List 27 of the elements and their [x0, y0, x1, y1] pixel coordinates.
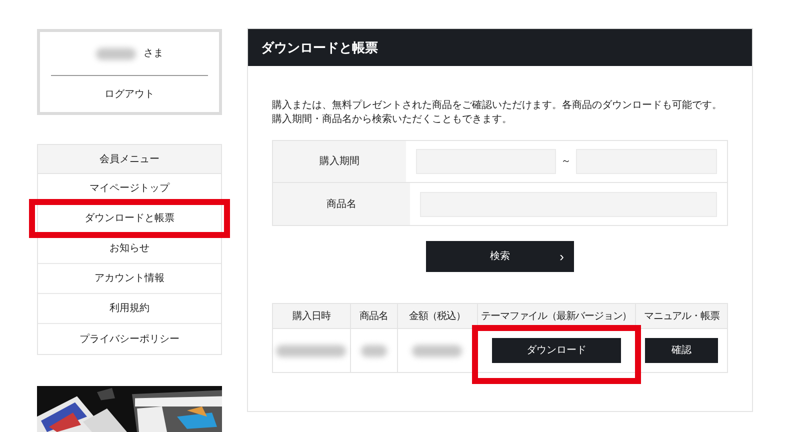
blurred-user-name — [96, 48, 136, 60]
range-separator: ～ — [560, 155, 572, 169]
product-label: 商品名 — [273, 183, 410, 225]
period-label: 購入期間 — [273, 141, 406, 182]
menu-item[interactable]: プライバシーポリシー — [80, 332, 180, 346]
menu-item[interactable]: お知らせ — [110, 241, 150, 256]
menu-item[interactable]: マイページトップ — [90, 181, 170, 196]
menu-item[interactable]: 利用規約 — [110, 301, 150, 316]
page-title: ダウンロードと帳票 — [248, 29, 752, 66]
download-button[interactable]: ダウンロード — [492, 338, 621, 363]
search-button[interactable]: 検索 › — [426, 241, 574, 272]
column-header: 金額（税込） — [398, 304, 478, 328]
confirm-button[interactable]: 確認 — [645, 338, 718, 363]
intro-text: 購入期間・商品名から検索いただくこともできます。 — [272, 113, 513, 127]
redacted-text — [360, 344, 387, 356]
redacted-text — [412, 344, 462, 356]
logout-link[interactable]: ログアウト — [51, 76, 208, 112]
column-header: マニュアル・帳票 — [643, 310, 720, 324]
column-header: 購入日時 — [273, 304, 351, 328]
honorific: さま — [144, 47, 164, 61]
column-header: テーマファイル（最新バージョン） — [478, 304, 636, 328]
menu-item[interactable]: アカウント情報 — [94, 271, 164, 286]
intro-text: 購入または、無料プレゼントされた商品をご確認いただけます。各商品のダウンロードも可能です。 — [272, 99, 723, 113]
redacted-text — [276, 344, 346, 356]
column-header: 商品名 — [350, 304, 398, 328]
menu-item[interactable]: ダウンロードと帳票 — [84, 211, 174, 226]
menu-heading: 会員メニュー — [38, 145, 221, 174]
